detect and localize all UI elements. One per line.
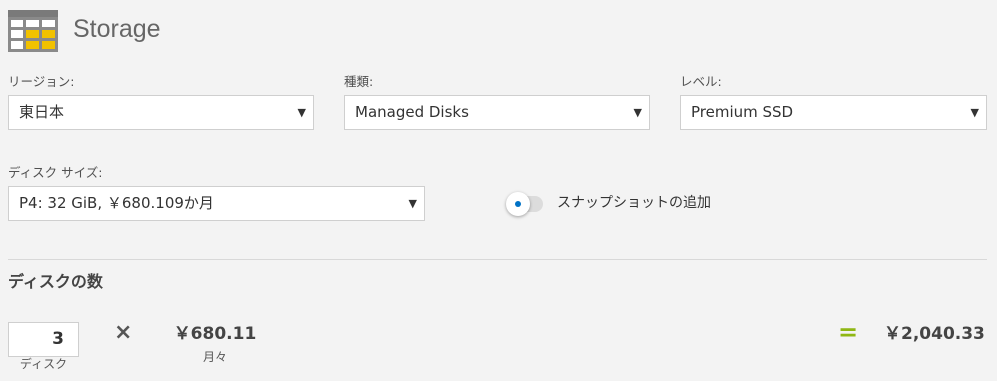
disk-size-label: ディスク サイズ: (8, 165, 103, 180)
snapshot-toggle-label[interactable]: スナップショットの追加 (557, 194, 711, 212)
disk-count-title: ディスクの数 (8, 272, 103, 291)
section-divider (8, 259, 987, 260)
tier-select[interactable]: Premium SSD ▼ (680, 95, 987, 130)
disk-size-value: P4: 32 GiB, ￥680.109か月 (19, 194, 214, 212)
toggle-dot-icon (515, 201, 521, 207)
tier-label: レベル: (680, 74, 722, 89)
storage-table-icon (8, 10, 58, 52)
disk-quantity-input[interactable]: 3 (8, 322, 79, 357)
chevron-down-icon: ▼ (297, 106, 306, 119)
region-label: リージョン: (8, 74, 75, 89)
type-label: 種類: (344, 74, 374, 89)
unit-price: ￥680.11 (173, 324, 257, 344)
multiply-icon: × (114, 320, 133, 345)
disk-quantity-unit: ディスク (19, 357, 68, 371)
chevron-down-icon: ▼ (408, 197, 417, 210)
unit-period: 月々 (202, 350, 227, 364)
chevron-down-icon: ▼ (633, 106, 642, 119)
region-value: 東日本 (19, 103, 65, 121)
total-price: ￥2,040.33 (884, 324, 985, 344)
equals-icon: = (838, 318, 859, 346)
chevron-down-icon: ▼ (970, 106, 979, 119)
page-title: Storage (73, 15, 161, 43)
type-value: Managed Disks (355, 103, 469, 121)
region-select[interactable]: 東日本 ▼ (8, 95, 314, 130)
tier-value: Premium SSD (691, 103, 794, 121)
type-select[interactable]: Managed Disks ▼ (344, 95, 650, 130)
disk-size-select[interactable]: P4: 32 GiB, ￥680.109か月 ▼ (8, 186, 425, 221)
